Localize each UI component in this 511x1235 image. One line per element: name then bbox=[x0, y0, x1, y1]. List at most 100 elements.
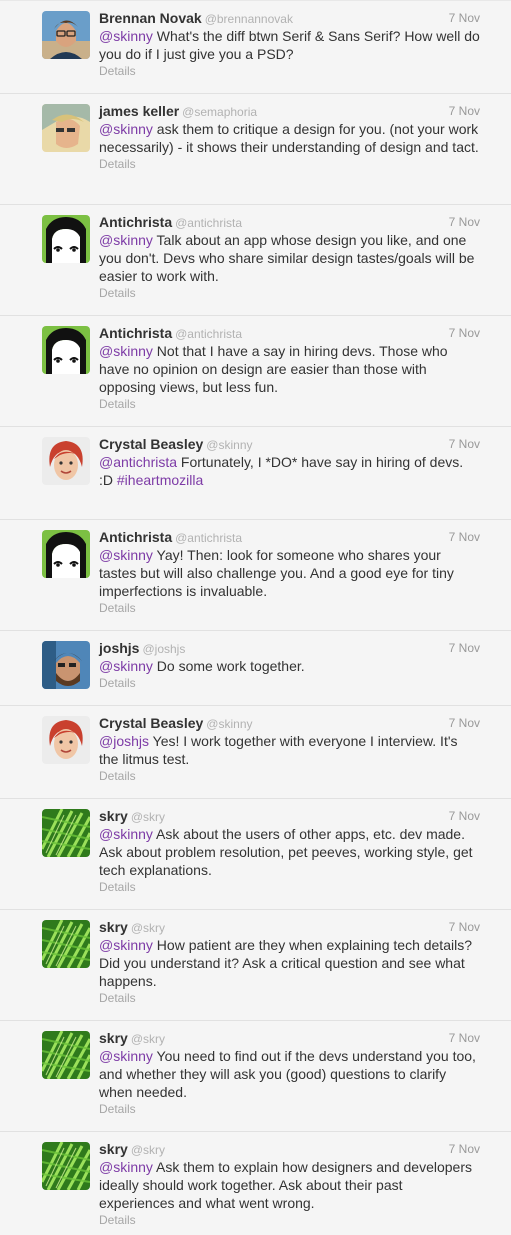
tweet-username[interactable]: @antichrista bbox=[175, 216, 242, 230]
tweet-username[interactable]: @skinny bbox=[206, 717, 252, 731]
tweet-mention[interactable]: @skinny bbox=[99, 343, 153, 359]
tweet-content: Brennan Novak @brennannovak 7 Nov @skinny… bbox=[99, 10, 480, 79]
joshjs-avatar[interactable] bbox=[42, 641, 90, 689]
tweet-time[interactable]: 7 Nov bbox=[449, 715, 480, 732]
tweet-fullname[interactable]: Crystal Beasley bbox=[99, 436, 203, 452]
tweet-text: @skinny You need to find out if the devs… bbox=[99, 1047, 480, 1101]
tweet-username[interactable]: @antichrista bbox=[175, 327, 242, 341]
tweet-fullname[interactable]: Antichrista bbox=[99, 325, 172, 341]
skry-avatar[interactable] bbox=[42, 1142, 90, 1190]
tweet-details-link[interactable]: Details bbox=[99, 879, 480, 895]
crystal-beasley-avatar[interactable] bbox=[42, 437, 90, 485]
tweet-details-link[interactable]: Details bbox=[99, 396, 480, 412]
tweet-username[interactable]: @skry bbox=[131, 1143, 165, 1157]
tweet-username[interactable]: @skinny bbox=[206, 438, 252, 452]
tweet-fullname[interactable]: james keller bbox=[99, 103, 179, 119]
tweet-text: @skinny Talk about an app whose design y… bbox=[99, 231, 480, 285]
tweet[interactable]: skry @skry 7 Nov @skinny Ask about the us… bbox=[0, 799, 511, 910]
tweet-details-link[interactable]: Details bbox=[99, 675, 480, 691]
tweet-content: james keller @semaphoria 7 Nov @skinny as… bbox=[99, 103, 480, 172]
tweet-content: skry @skry 7 Nov @skinny How patient are … bbox=[99, 919, 480, 1006]
tweet-mention[interactable]: @skinny bbox=[99, 937, 153, 953]
tweet-fullname[interactable]: Antichrista bbox=[99, 529, 172, 545]
tweet-time[interactable]: 7 Nov bbox=[449, 103, 480, 120]
tweet-username[interactable]: @brennannovak bbox=[205, 12, 293, 26]
antichrista-avatar[interactable] bbox=[42, 215, 90, 263]
tweet-header: skry @skry 7 Nov bbox=[99, 919, 480, 936]
tweet[interactable]: skry @skry 7 Nov @skinny You need to find… bbox=[0, 1021, 511, 1132]
tweet-time[interactable]: 7 Nov bbox=[449, 919, 480, 936]
tweet[interactable]: skry @skry 7 Nov @skinny Ask them to expl… bbox=[0, 1132, 511, 1235]
crystal-beasley-avatar[interactable] bbox=[42, 716, 90, 764]
antichrista-avatar[interactable] bbox=[42, 326, 90, 374]
tweet-username[interactable]: @skry bbox=[131, 810, 165, 824]
tweet-content: Crystal Beasley @skinny 7 Nov @joshjs Yes… bbox=[99, 715, 480, 784]
tweet-fullname[interactable]: skry bbox=[99, 808, 128, 824]
tweet-fullname[interactable]: skry bbox=[99, 919, 128, 935]
tweet-time[interactable]: 7 Nov bbox=[449, 214, 480, 231]
tweet-details-link[interactable]: Details bbox=[99, 63, 480, 79]
tweet-mention[interactable]: @skinny bbox=[99, 1048, 153, 1064]
tweet-time[interactable]: 7 Nov bbox=[449, 325, 480, 342]
tweet-details-link[interactable]: Details bbox=[99, 990, 480, 1006]
tweet-username[interactable]: @skry bbox=[131, 1032, 165, 1046]
tweet-mention[interactable]: @antichrista bbox=[99, 454, 177, 470]
james-keller-avatar[interactable] bbox=[42, 104, 90, 152]
tweet-mention[interactable]: @skinny bbox=[99, 658, 153, 674]
tweet-mention[interactable]: @skinny bbox=[99, 826, 153, 842]
tweet-text: @skinny ask them to critique a design fo… bbox=[99, 120, 480, 156]
tweet-time[interactable]: 7 Nov bbox=[449, 529, 480, 546]
tweet-details-link[interactable]: Details bbox=[99, 1101, 480, 1117]
tweet-header: Brennan Novak @brennannovak 7 Nov bbox=[99, 10, 480, 27]
tweet-fullname[interactable]: skry bbox=[99, 1030, 128, 1046]
tweet-mention[interactable]: @skinny bbox=[99, 547, 153, 563]
tweet-mention[interactable]: @skinny bbox=[99, 121, 153, 137]
tweet-mention[interactable]: @skinny bbox=[99, 1159, 153, 1175]
tweet-fullname[interactable]: Antichrista bbox=[99, 214, 172, 230]
tweet-mention[interactable]: @joshjs bbox=[99, 733, 149, 749]
skry-avatar[interactable] bbox=[42, 1031, 90, 1079]
antichrista-avatar[interactable] bbox=[42, 530, 90, 578]
tweet-body: Talk about an app whose design you like,… bbox=[99, 232, 475, 284]
tweet-time[interactable]: 7 Nov bbox=[449, 436, 480, 453]
brennan-novak-avatar[interactable] bbox=[42, 11, 90, 59]
tweet-fullname[interactable]: Crystal Beasley bbox=[99, 715, 203, 731]
tweet[interactable]: Brennan Novak @brennannovak 7 Nov @skinny… bbox=[0, 1, 511, 94]
tweet-content: Antichrista @antichrista 7 Nov @skinny No… bbox=[99, 325, 480, 412]
tweet-time[interactable]: 7 Nov bbox=[449, 808, 480, 825]
tweet-fullname[interactable]: skry bbox=[99, 1141, 128, 1157]
skry-avatar[interactable] bbox=[42, 920, 90, 968]
tweet-text: @skinny Not that I have a say in hiring … bbox=[99, 342, 480, 396]
tweet[interactable]: Antichrista @antichrista 7 Nov @skinny Ta… bbox=[0, 205, 511, 316]
tweet-header: Crystal Beasley @skinny 7 Nov bbox=[99, 436, 480, 453]
tweet-username[interactable]: @semaphoria bbox=[182, 105, 257, 119]
tweet-username[interactable]: @antichrista bbox=[175, 531, 242, 545]
tweet-username[interactable]: @skry bbox=[131, 921, 165, 935]
tweet-time[interactable]: 7 Nov bbox=[449, 10, 480, 27]
tweet-username[interactable]: @joshjs bbox=[142, 642, 185, 656]
tweet[interactable]: skry @skry 7 Nov @skinny How patient are … bbox=[0, 910, 511, 1021]
tweet-details-link[interactable]: Details bbox=[99, 600, 480, 616]
tweet-time[interactable]: 7 Nov bbox=[449, 1030, 480, 1047]
tweet[interactable]: Crystal Beasley @skinny 7 Nov @antichrist… bbox=[0, 427, 511, 520]
tweet-time[interactable]: 7 Nov bbox=[449, 640, 480, 657]
tweet-body: ask them to critique a design for you. (… bbox=[99, 121, 479, 155]
tweet-body: Ask them to explain how designers and de… bbox=[99, 1159, 472, 1211]
tweet[interactable]: joshjs @joshjs 7 Nov @skinny Do some work… bbox=[0, 631, 511, 706]
tweet[interactable]: Antichrista @antichrista 7 Nov @skinny No… bbox=[0, 316, 511, 427]
tweet-mention[interactable]: @skinny bbox=[99, 232, 153, 248]
tweet-text: @skinny Ask them to explain how designer… bbox=[99, 1158, 480, 1212]
tweet-details-link[interactable]: Details bbox=[99, 156, 480, 172]
tweet-details-link[interactable]: Details bbox=[99, 285, 480, 301]
tweet-mention[interactable]: @skinny bbox=[99, 28, 153, 44]
tweet-time[interactable]: 7 Nov bbox=[449, 1141, 480, 1158]
tweet-fullname[interactable]: joshjs bbox=[99, 640, 139, 656]
tweet[interactable]: Crystal Beasley @skinny 7 Nov @joshjs Yes… bbox=[0, 706, 511, 799]
skry-avatar[interactable] bbox=[42, 809, 90, 857]
tweet[interactable]: james keller @semaphoria 7 Nov @skinny as… bbox=[0, 94, 511, 205]
tweet-fullname[interactable]: Brennan Novak bbox=[99, 10, 202, 26]
tweet-details-link[interactable]: Details bbox=[99, 768, 480, 784]
tweet-hashtag[interactable]: #iheartmozilla bbox=[117, 472, 203, 488]
tweet[interactable]: Antichrista @antichrista 7 Nov @skinny Ya… bbox=[0, 520, 511, 631]
tweet-details-link[interactable]: Details bbox=[99, 1212, 480, 1228]
